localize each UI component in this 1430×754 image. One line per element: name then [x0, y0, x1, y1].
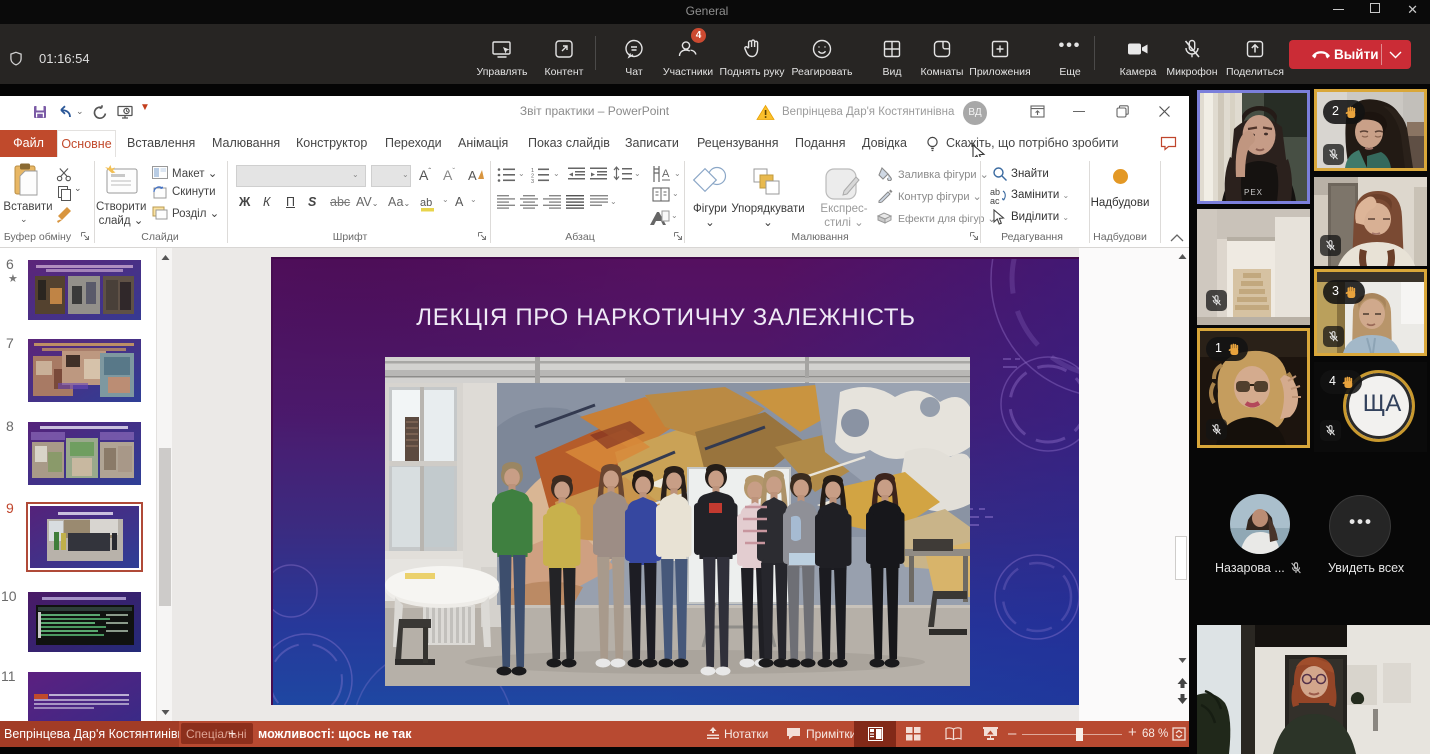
svg-text:ac: ac — [990, 196, 1000, 205]
svg-text:РЕХ: РЕХ — [1244, 188, 1263, 197]
svg-text:А: А — [468, 168, 477, 183]
svg-text:ab: ab — [420, 197, 432, 209]
svg-text:A: A — [662, 168, 670, 180]
svg-text:3: 3 — [531, 179, 534, 183]
